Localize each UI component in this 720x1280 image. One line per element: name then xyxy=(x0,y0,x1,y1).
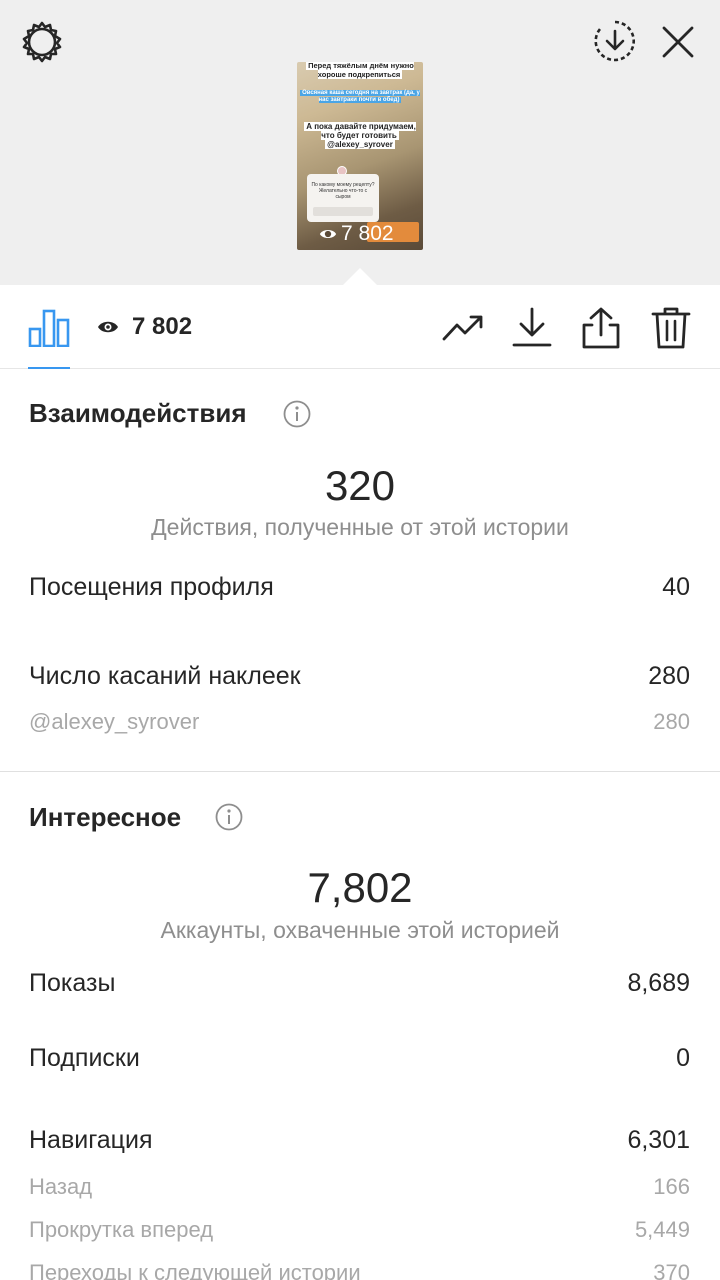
story-text-2: Овсяная каша сегодня на завтрак (да, у н… xyxy=(300,90,420,103)
interactions-caption: Действия, полученные от этой истории xyxy=(151,514,569,540)
close-icon[interactable] xyxy=(656,20,700,64)
back-label: Назад xyxy=(29,1174,93,1199)
insights-bar-chart-icon[interactable] xyxy=(28,307,70,347)
share-icon[interactable] xyxy=(578,305,624,351)
download-icon[interactable] xyxy=(509,305,555,351)
impressions-label: Показы xyxy=(29,969,116,997)
section-divider xyxy=(0,771,720,772)
mention-sticker-value: 280 xyxy=(653,709,690,734)
reach-caption: Аккаунты, охваченные этой историей xyxy=(160,917,560,943)
info-icon[interactable] xyxy=(215,803,243,831)
navigation-label: Навигация xyxy=(29,1126,153,1154)
eye-icon xyxy=(319,229,337,239)
question-sticker: По какому моему рецепту? Желательно что-… xyxy=(307,174,379,222)
eye-icon xyxy=(98,321,118,333)
sticker-taps-value: 280 xyxy=(648,662,690,690)
story-text-1: Перед тяжёлым днём нужно хороше подкрепи… xyxy=(306,62,414,79)
interactions-total: 320 xyxy=(324,462,396,509)
mention-sticker-label: @alexey_syrover xyxy=(29,709,200,734)
reach-total: 7,802 xyxy=(307,864,413,911)
story-thumbnail[interactable]: Перед тяжёлым днём нужно хороше подкрепи… xyxy=(297,62,423,250)
download-circle-icon[interactable] xyxy=(592,18,638,64)
forward-value: 5,449 xyxy=(634,1217,690,1242)
question-input-field xyxy=(313,207,373,216)
back-value: 166 xyxy=(653,1174,690,1199)
pointer-caret xyxy=(342,268,378,286)
follows-label: Подписки xyxy=(29,1044,140,1072)
profile-visits-value: 40 xyxy=(662,573,690,601)
story-views-overlay: 7 802 xyxy=(319,222,394,246)
story-text-3: А пока давайте придумаем, что будет гото… xyxy=(304,122,416,150)
info-icon[interactable] xyxy=(283,400,311,428)
trending-up-icon[interactable] xyxy=(440,305,486,351)
sticker-taps-label: Число касаний наклеек xyxy=(29,662,301,690)
follows-value: 0 xyxy=(676,1044,690,1072)
next-story-label: Переходы к следующей истории xyxy=(29,1260,361,1280)
navigation-value: 6,301 xyxy=(627,1126,690,1154)
discovery-title: Интересное xyxy=(29,802,182,832)
settings-gear-icon[interactable] xyxy=(20,20,64,64)
insights-toolbar: 7 802 xyxy=(0,285,720,369)
trash-icon[interactable] xyxy=(648,305,694,351)
next-story-value: 370 xyxy=(653,1260,690,1280)
forward-label: Прокрутка вперед xyxy=(29,1217,214,1242)
interactions-title: Взаимодействия xyxy=(29,398,247,428)
story-preview-area: Перед тяжёлым днём нужно хороше подкрепи… xyxy=(0,0,720,286)
impressions-value: 8,689 xyxy=(627,969,690,997)
active-tab-indicator xyxy=(28,367,70,369)
views-count[interactable]: 7 802 xyxy=(132,313,192,341)
profile-visits-label: Посещения профиля xyxy=(29,573,274,601)
